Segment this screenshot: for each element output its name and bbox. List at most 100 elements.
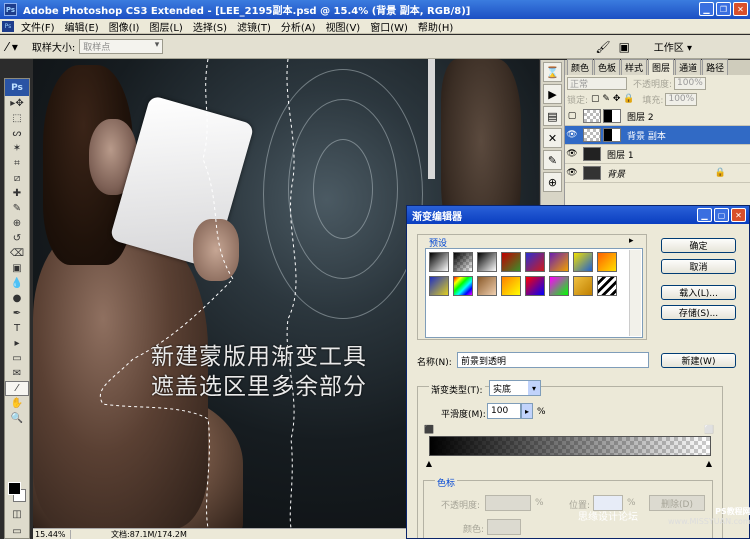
gradient-preset-swatch[interactable] (525, 276, 545, 296)
gradient-preset-swatch[interactable] (549, 252, 569, 272)
opacity-field[interactable]: 100% (674, 76, 707, 90)
move-icon[interactable]: ▸✥ (5, 96, 29, 111)
dodge-icon[interactable]: ● (5, 291, 29, 306)
clone-stamp-icon[interactable]: ⊕ (5, 216, 29, 231)
color-stop-right-icon[interactable]: ▲ (705, 458, 713, 468)
fill-field[interactable]: 100% (665, 92, 698, 106)
tab-layers[interactable]: 图层 (648, 59, 675, 75)
type-icon[interactable]: T (5, 321, 29, 336)
minimize-icon[interactable]: ▁ (699, 2, 714, 16)
menu-view[interactable]: 视图(V) (321, 19, 366, 34)
gradient-preset-swatch[interactable] (549, 276, 569, 296)
gradient-preset-swatch[interactable] (429, 252, 449, 272)
gradient-preset-swatch[interactable] (453, 252, 473, 272)
eraser-icon[interactable]: ⌫ (5, 246, 29, 261)
tab-channels[interactable]: 通道 (675, 59, 702, 75)
menu-edit[interactable]: 编辑(E) (60, 19, 104, 34)
pen-icon[interactable]: ✒ (5, 306, 29, 321)
eye-icon[interactable]: 👁 (565, 168, 579, 178)
opacity-stop-right-icon[interactable]: ⬜ (704, 424, 714, 434)
close-icon[interactable]: ✕ (731, 208, 746, 222)
gradient-preset-swatch[interactable] (597, 276, 617, 296)
menu-window[interactable]: 窗口(W) (365, 19, 413, 34)
gradient-preset-swatch[interactable] (453, 276, 473, 296)
smoothness-arrow-icon[interactable]: ▸ (521, 403, 533, 419)
save-button[interactable]: 存储(S)... (661, 305, 736, 320)
marquee-icon[interactable]: ⬚ (5, 111, 29, 126)
tab-styles[interactable]: 样式 (621, 59, 648, 75)
healing-brush-icon[interactable]: ✚ (5, 186, 29, 201)
magic-wand-icon[interactable]: ✶ (5, 141, 29, 156)
opacity-stop-left-icon[interactable]: ⬛ (424, 424, 434, 434)
navigator-panel-icon[interactable]: ▤ (543, 106, 562, 126)
menu-analysis[interactable]: 分析(A) (276, 19, 321, 34)
chevron-down-icon[interactable]: ▾ (528, 381, 540, 395)
document-icon[interactable]: Ps (2, 20, 14, 32)
gradient-type-dropdown[interactable]: 实底 ▾ (489, 380, 541, 396)
tab-paths[interactable]: 路径 (702, 59, 729, 75)
gradient-preset-swatch[interactable] (525, 252, 545, 272)
layer-row-selected[interactable]: 👁 背景 副本 (565, 126, 750, 145)
layer-row[interactable]: 👁 图层 1 (565, 145, 750, 164)
tab-color[interactable]: 颜色 (567, 59, 594, 75)
layer-mask-thumbnail[interactable] (603, 109, 621, 123)
new-button[interactable]: 新建(W) (661, 353, 736, 368)
screen-mode-icon[interactable]: ▭ (5, 524, 29, 539)
minimize-icon[interactable]: ▁ (697, 208, 712, 222)
menu-file[interactable]: 文件(F) (16, 19, 60, 34)
menu-help[interactable]: 帮助(H) (413, 19, 458, 34)
gradient-icon[interactable]: ▣ (5, 261, 29, 276)
eye-icon[interactable]: 👁 (565, 130, 579, 140)
presets-scrollbar[interactable] (629, 250, 641, 336)
zoom-icon[interactable]: 🔍 (5, 411, 29, 426)
crop-icon[interactable]: ⌗ (5, 156, 29, 171)
hand-icon[interactable]: ✋ (5, 396, 29, 411)
brush-palette-icon[interactable]: 🖌 (595, 40, 610, 54)
menu-select[interactable]: 选择(S) (188, 19, 232, 34)
cancel-button[interactable]: 取消 (661, 259, 736, 274)
gradient-preview-bar[interactable] (429, 436, 711, 456)
slice-icon[interactable]: ⧄ (5, 171, 29, 186)
tools-preset-icon[interactable]: ✕ (543, 128, 562, 148)
gradient-name-field[interactable]: 前景到透明 (457, 352, 649, 368)
gradient-preset-swatch[interactable] (597, 252, 617, 272)
menu-filter[interactable]: 滤镜(T) (232, 19, 276, 34)
lock-icons[interactable]: ▢ ✎ ✥ 🔒 (591, 94, 634, 104)
presets-menu-icon[interactable]: ▸ (629, 236, 634, 246)
close-icon[interactable]: ✕ (733, 2, 748, 16)
history-panel-icon[interactable]: ⌛ (543, 62, 562, 82)
sample-size-dropdown[interactable]: 取样点 (79, 39, 164, 54)
gradient-preset-swatch[interactable] (573, 276, 593, 296)
smoothness-field[interactable]: 100 (487, 403, 521, 419)
brush-icon[interactable]: ✎ (5, 201, 29, 216)
menu-image[interactable]: 图像(I) (104, 19, 145, 34)
visibility-toggle-icon[interactable]: ▢ (565, 111, 579, 121)
zoom-level[interactable]: 15.44% (33, 529, 71, 539)
path-selection-icon[interactable]: ▸ (5, 336, 29, 351)
blur-icon[interactable]: 💧 (5, 276, 29, 291)
eyedropper-preset-icon[interactable]: ⁄ ▾ (6, 40, 18, 54)
color-stop-left-icon[interactable]: ▲ (425, 458, 433, 468)
gradient-preset-swatch[interactable] (477, 276, 497, 296)
blend-mode-dropdown[interactable]: 正常 (567, 76, 627, 90)
gradient-preset-swatch[interactable] (573, 252, 593, 272)
tab-swatches[interactable]: 色板 (594, 59, 621, 75)
shape-icon[interactable]: ▭ (5, 351, 29, 366)
gradient-preset-swatch[interactable] (477, 252, 497, 272)
gradient-preset-swatch[interactable] (429, 276, 449, 296)
maximize-icon[interactable]: ▢ (714, 208, 729, 222)
layer-row[interactable]: ▢ 图层 2 (565, 107, 750, 126)
layer-row[interactable]: 👁 背景 🔒 (565, 164, 750, 183)
gradient-preset-swatch[interactable] (501, 252, 521, 272)
restore-icon[interactable]: ❐ (716, 2, 731, 16)
history-brush-icon[interactable]: ↺ (5, 231, 29, 246)
brushes-panel-icon[interactable]: ✎ (543, 150, 562, 170)
gradient-preset-swatch[interactable] (501, 276, 521, 296)
actions-panel-icon[interactable]: ▶ (543, 84, 562, 104)
eyedropper-icon[interactable]: ⁄ (5, 381, 29, 396)
load-button[interactable]: 载入(L)... (661, 285, 736, 300)
eye-icon[interactable]: 👁 (565, 149, 579, 159)
notes-icon[interactable]: ✉ (5, 366, 29, 381)
menu-layer[interactable]: 图层(L) (144, 19, 187, 34)
clone-source-icon[interactable]: ⊕ (543, 172, 562, 192)
